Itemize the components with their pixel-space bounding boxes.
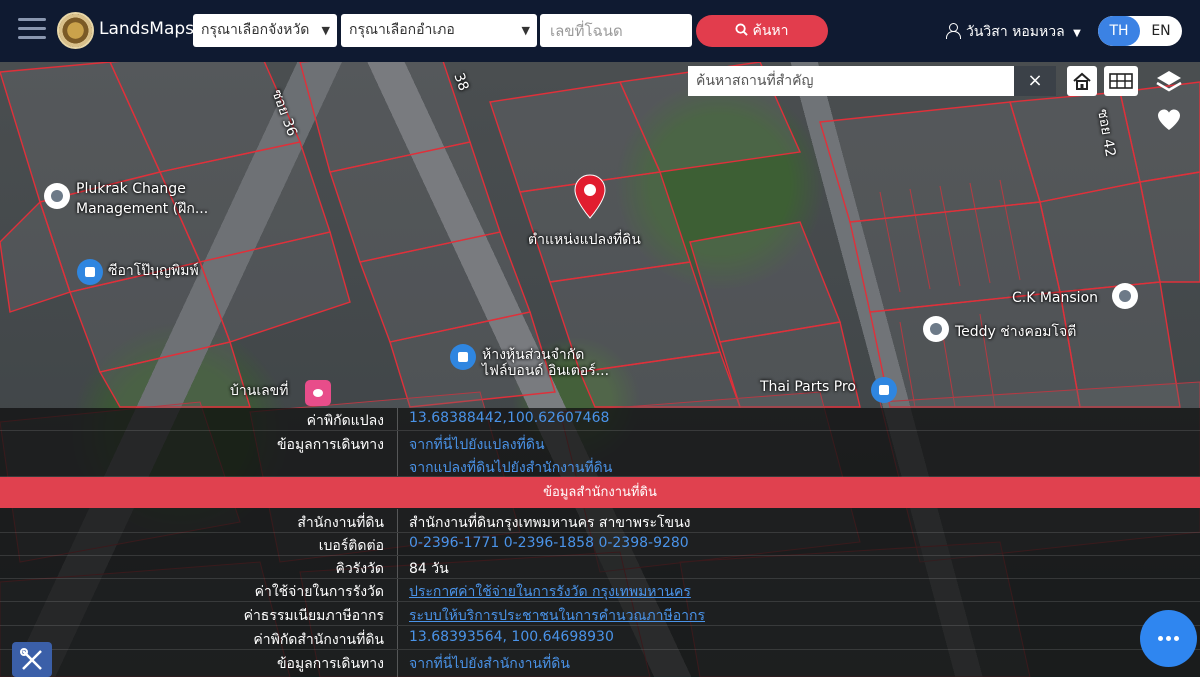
layers-button[interactable] [1148,66,1190,100]
row-label: ข้อมูลการเดินทาง [276,437,384,453]
row-label: ข้อมูลการเดินทาง [276,656,384,672]
info-row: ข้อมูลการเดินทาง จากที่นี่ไปยังสำนักงานท… [0,650,1200,677]
poi-label-thaiparts: Thai Parts Pro [760,379,856,395]
language-toggle: TH EN [1098,16,1182,46]
poi-marker[interactable] [1112,283,1138,309]
province-select-value: กรุณาเลือกจังหวัด [201,22,310,38]
brand-title: LandsMaps [99,19,195,39]
poi-label-shop1: ซีอาโป๊บุญพิมพ์ [108,263,199,279]
land-office-name: สำนักงานที่ดินกรุงเทพมหานคร สาขาพระโขนง [409,515,691,531]
map-pin-icon[interactable] [573,174,607,220]
amphoe-select[interactable]: กรุณาเลือกอำเภอ ▼ [341,14,537,47]
search-icon [735,23,749,36]
lang-en-button[interactable]: EN [1140,16,1182,46]
user-name: วันวิสา หอมหวล [966,24,1065,40]
lang-th-button[interactable]: TH [1098,16,1140,46]
chevron-down-icon: ▼ [1073,28,1081,39]
grid-icon [1109,73,1133,89]
close-icon[interactable]: × [1014,66,1056,96]
amphoe-select-value: กรุณาเลือกอำเภอ [349,22,455,38]
row-label: ค่าใช้จ่ายในการรังวัด [254,584,384,600]
parcel-position-label: ตำแหน่งแปลงที่ดิน [528,232,641,248]
info-row: ค่าพิกัดสำนักงานที่ดิน 13.68393564, 100.… [0,626,1200,650]
parcel-coordinate-link[interactable]: 13.68388442,100.62607468 [409,410,609,426]
deed-number-input[interactable] [540,14,692,47]
info-row: เบอร์ติดต่อ 0-2396-1771 0-2396-1858 0-23… [0,533,1200,556]
poi-label-plukrak-2: Management (ฝึก... [76,201,209,217]
directions-to-office-link[interactable]: จากที่นี่ไปยังสำนักงานที่ดิน [409,653,570,675]
search-button-label: ค้นหา [752,23,789,39]
favorite-button[interactable] [1148,100,1190,140]
info-row: ข้อมูลการเดินทาง จากที่นี่ไปยังแปลงที่ดิ… [0,431,1200,477]
home-button[interactable] [1067,66,1097,96]
tools-button[interactable] [12,642,52,677]
directions-to-parcel-link[interactable]: จากที่นี่ไปยังแปลงที่ดิน [409,434,545,456]
more-options-button[interactable] [1140,610,1197,667]
chevron-down-icon: ▼ [521,24,530,37]
grid-button[interactable] [1104,66,1138,96]
search-button[interactable]: ค้นหา [696,15,828,47]
poi-marker[interactable] [923,316,949,342]
row-label: ค่าพิกัดสำนักงานที่ดิน [253,632,384,648]
hotel-marker[interactable] [305,380,331,406]
row-label: เบอร์ติดต่อ [318,538,384,554]
place-search-input[interactable] [688,66,1014,96]
user-icon [946,23,961,39]
heart-icon [1158,109,1180,130]
poi-marker[interactable] [44,183,70,209]
home-icon [1073,72,1091,90]
info-row: คิวรังวัด 84 วัน [0,556,1200,579]
menu-icon[interactable] [18,18,46,42]
info-row: ค่าธรรมเนียมภาษีอากร ระบบให้บริการประชาช… [0,602,1200,626]
survey-cost-link[interactable]: ประกาศค่าใช้จ่ายในการรังวัด กรุงเทพมหานค… [409,581,691,603]
user-menu[interactable]: วันวิสา หอมหวล ▼ [946,21,1081,43]
row-label: คิวรังวัด [335,561,384,577]
poi-label-shop3: ไฟล์บอนด์ อินเตอร์... [482,363,610,379]
directions-parcel-to-office-link[interactable]: จากแปลงที่ดินไปยังสำนักงานที่ดิน [409,457,612,479]
office-section-header: ข้อมูลสำนักงานที่ดิน [0,477,1200,508]
info-row: ค่าใช้จ่ายในการรังวัด ประกาศค่าใช้จ่ายใน… [0,579,1200,602]
poi-label-plukrak: Plukrak Change [76,181,186,197]
poi-label-home: บ้านเลขที่ [230,383,289,399]
contact-phone-link[interactable]: 0-2396-1771 0-2396-1858 0-2398-9280 [409,535,689,551]
row-label: ค่าธรรมเนียมภาษีอากร [243,608,384,624]
tools-icon [20,648,42,670]
more-icon [1158,636,1163,641]
landsmaps-logo [57,12,94,49]
shop-marker[interactable] [871,377,897,403]
poi-label-teddy: Teddy ช่างคอมโจตี [955,324,1077,340]
chevron-down-icon: ▼ [321,24,330,37]
office-coordinate-link[interactable]: 13.68393564, 100.64698930 [409,629,614,645]
layers-icon [1156,71,1182,92]
tax-calculation-link[interactable]: ระบบให้บริการประชาชนในการคำนวณภาษีอากร [409,605,705,627]
shop-marker[interactable] [77,259,103,285]
province-select[interactable]: กรุณาเลือกจังหวัด ▼ [193,14,337,47]
row-label: สำนักงานที่ดิน [297,515,384,531]
info-row: สำนักงานที่ดิน สำนักงานที่ดินกรุงเทพมหาน… [0,509,1200,533]
info-row: ค่าพิกัดแปลง 13.68388442,100.62607468 [0,408,1200,431]
poi-label-ck: C.K Mansion [1012,290,1099,306]
survey-queue-value: 84 วัน [409,561,449,577]
top-navbar: LandsMaps กรุณาเลือกจังหวัด ▼ กรุณาเลือก… [0,0,1200,62]
shop-marker[interactable] [450,344,476,370]
row-label: ค่าพิกัดแปลง [306,413,384,429]
